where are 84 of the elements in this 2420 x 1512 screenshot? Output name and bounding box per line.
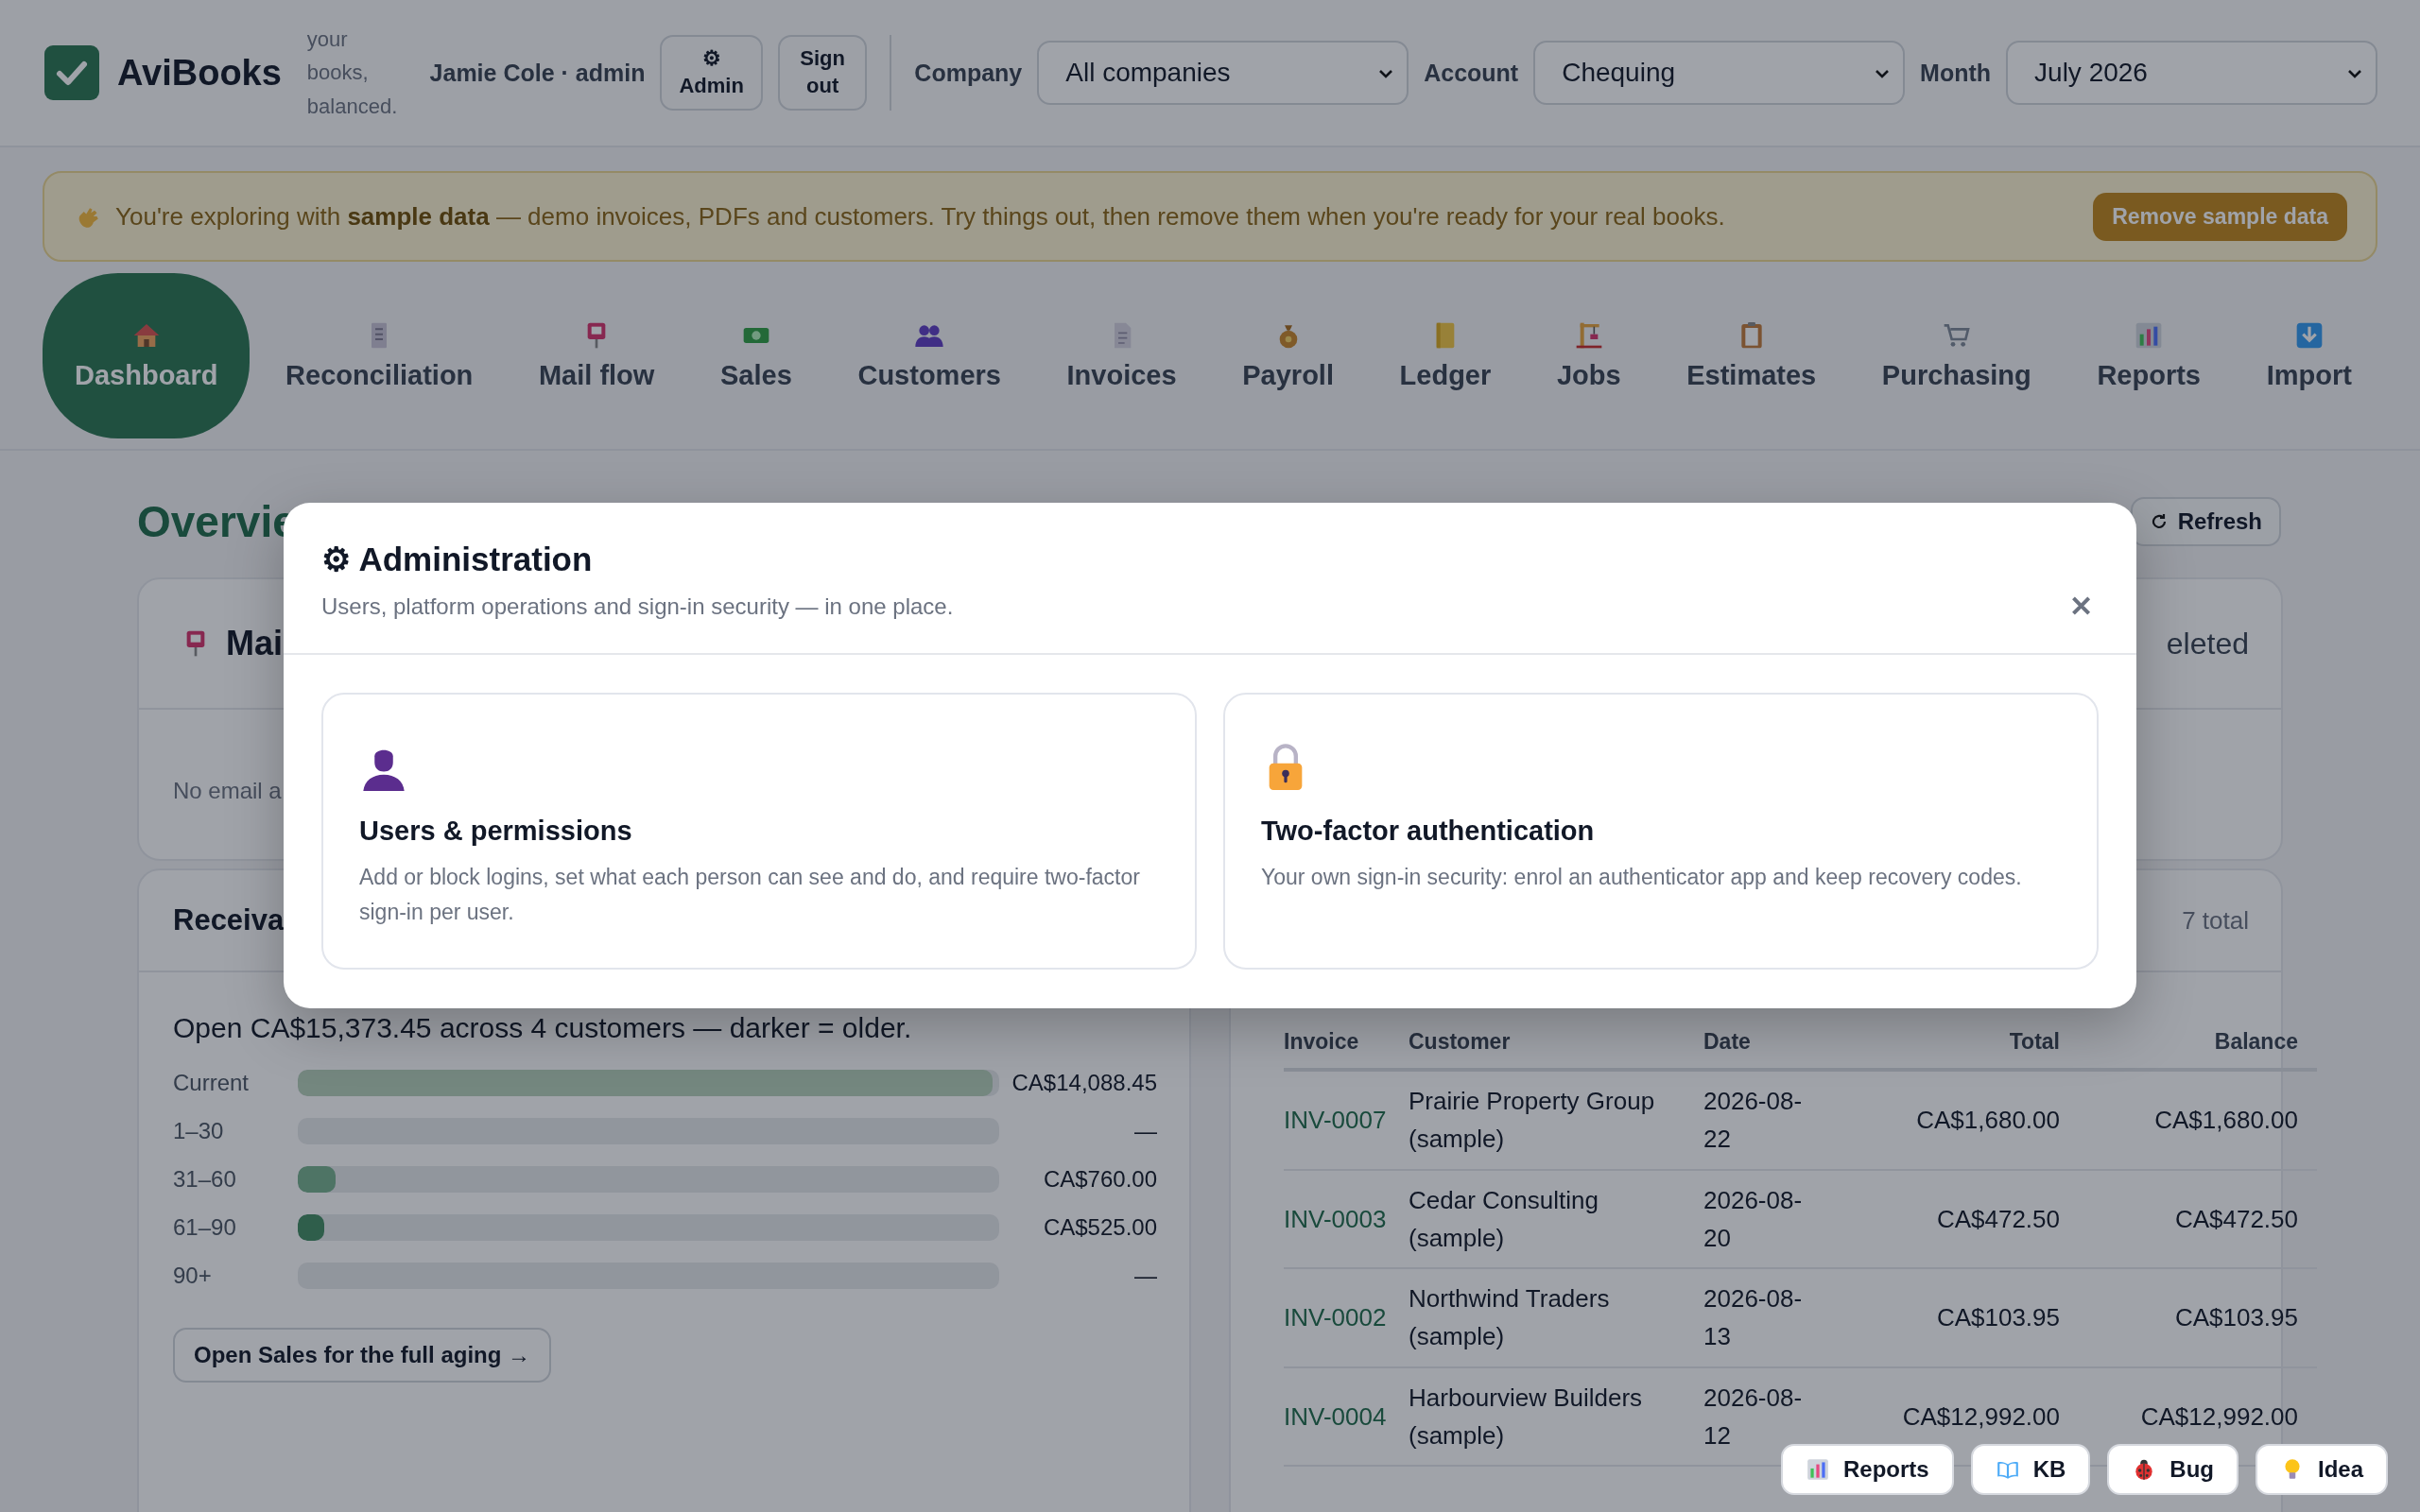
table-cell: 2026-08-13 <box>1703 1268 1833 1367</box>
sign-out-button[interactable]: Sign out <box>777 35 868 111</box>
nav-tab[interactable]: Payroll <box>1212 287 1364 423</box>
invoice-link[interactable]: INV-0002 <box>1284 1268 1409 1367</box>
dialog-subtitle: Users, platform operations and sign-in security — in one place. <box>321 593 954 620</box>
aging-amount: CA$14,088.45 <box>1011 1069 1157 1096</box>
chevron-icon <box>1875 69 1891 78</box>
quick-link-button[interactable]: Bug <box>2107 1444 2238 1495</box>
user-name: Jamie Cole · admin <box>429 59 646 87</box>
bar-chart-icon <box>1805 1457 1830 1482</box>
table-cell: CA$103.95 <box>2071 1268 2317 1367</box>
nav-tab[interactable]: Jobs <box>1526 287 1651 423</box>
banner-message: You're exploring with sample data — demo invoices, PDFs and customers. Try things out, then remove them when you're ready for your real books. <box>115 201 1726 232</box>
column-header: Date <box>1703 1016 1833 1070</box>
invoice-link[interactable]: INV-0003 <box>1284 1169 1409 1269</box>
empty-message: No email a <box>173 778 282 803</box>
filter-label: Month <box>1920 59 1992 87</box>
quick-link-button[interactable]: Reports <box>1780 1444 1954 1495</box>
quick-link-button[interactable]: Idea <box>2255 1444 2388 1495</box>
dialog-title: ⚙ Administration <box>321 541 594 578</box>
dropdown-select[interactable]: Chequing <box>1533 41 1906 105</box>
table-cell: 2026-08-20 <box>1703 1169 1833 1269</box>
column-header: Balance <box>2071 1016 2317 1070</box>
aging-amount: CA$760.00 <box>1042 1165 1157 1193</box>
dropdown-select[interactable]: July 2026 <box>2006 41 2377 105</box>
column-header: Invoice <box>1284 1016 1409 1070</box>
open-sales-button[interactable]: Open Sales for the full aging → <box>173 1328 552 1383</box>
option-title: Users & permissions <box>359 816 633 847</box>
admin-option-card[interactable]: Two-factor authentication Your own sign-in security: enrol an authenticator app and keep recovery codes. <box>1223 693 2099 970</box>
dropdown-select[interactable]: All companies <box>1037 41 1409 105</box>
quick-link-button[interactable]: KB <box>1970 1444 2091 1495</box>
aging-bucket: 61–90 <box>173 1213 237 1241</box>
logo-icon <box>44 45 99 100</box>
nav-tab[interactable]: Reports <box>2066 287 2231 423</box>
table-cell: CA$472.50 <box>2071 1169 2317 1269</box>
nav-tab[interactable]: Sales <box>690 287 822 423</box>
table-cell: Northwind Traders (sample) <box>1409 1268 1703 1367</box>
nav-tab[interactable]: Reconciliation <box>255 287 504 423</box>
column-header: Total <box>1833 1016 2071 1070</box>
table-cell: Harbourview Builders (sample) <box>1409 1366 1703 1467</box>
app-name: AviBooks <box>117 52 282 94</box>
table-cell: CA$103.95 <box>1833 1268 2071 1367</box>
admin-option-card[interactable]: Users & permissions Add or block logins, set what each person can see and do, and require two-factor sign-in per user. <box>321 693 1197 970</box>
card-status: eleted <box>2166 626 2249 662</box>
table-cell: Prairie Property Group (sample) <box>1409 1070 1703 1170</box>
aging-bucket: Current <box>173 1069 251 1096</box>
nav-tab[interactable]: Invoices <box>1036 287 1207 423</box>
remove-sample-data-button[interactable]: Remove sample data <box>2093 192 2347 241</box>
nav-tab[interactable]: Dashboard <box>43 272 251 438</box>
filter-label: Company <box>914 59 1023 87</box>
aging-bucket: 90+ <box>173 1262 213 1289</box>
aging-amount: — <box>1133 1262 1157 1289</box>
nav-tab[interactable]: Mail flow <box>508 287 685 423</box>
card-title: Receiva <box>173 903 285 937</box>
filter-label: Account <box>1424 59 1519 87</box>
table-cell: Cedar Consulting (sample) <box>1409 1169 1703 1269</box>
option-title: Two-factor authentication <box>1261 816 1596 847</box>
aging-amount: — <box>1133 1117 1157 1144</box>
aging-bucket: 31–60 <box>173 1165 237 1193</box>
column-header: Customer <box>1409 1016 1703 1070</box>
aging-amount: CA$525.00 <box>1042 1213 1157 1241</box>
invoice-link[interactable]: INV-0004 <box>1284 1366 1409 1467</box>
admin-button[interactable]: ⚙ Admin <box>660 35 763 111</box>
chevron-icon <box>1378 69 1394 78</box>
tagline: your books, balanced. <box>306 26 399 120</box>
receivables-summary: Open CA$15,373.45 across 4 customers — darker = older. <box>173 1012 913 1044</box>
card-title: Mai <box>226 624 283 663</box>
table-cell: CA$472.50 <box>1833 1169 2071 1269</box>
invoice-link[interactable]: INV-0007 <box>1284 1070 1409 1170</box>
nav-tab[interactable]: Ledger <box>1369 287 1522 423</box>
close-button[interactable]: ✕ <box>2069 590 2093 623</box>
invoice-count: 7 total <box>2182 905 2249 936</box>
table-cell: CA$1,680.00 <box>1833 1070 2071 1170</box>
table-cell: 2026-08-22 <box>1703 1070 1833 1170</box>
nav-tab[interactable]: Estimates <box>1656 287 1847 423</box>
aging-bucket: 1–30 <box>173 1117 225 1144</box>
table-cell: CA$1,680.00 <box>2071 1070 2317 1170</box>
refresh-button[interactable]: Refresh <box>2130 497 2281 546</box>
chevron-icon <box>2347 69 2362 78</box>
nav-tab[interactable]: Import <box>2236 287 2382 423</box>
option-description: Your own sign-in security: enrol an authenticator app and keep recovery codes. <box>1261 864 2023 891</box>
option-description: Add or block logins, set what each person can see and do, and require two-factor sign-in per user. <box>359 864 1141 926</box>
nav-tab[interactable]: Customers <box>827 287 1031 423</box>
nav-tab[interactable]: Purchasing <box>1851 287 2062 423</box>
